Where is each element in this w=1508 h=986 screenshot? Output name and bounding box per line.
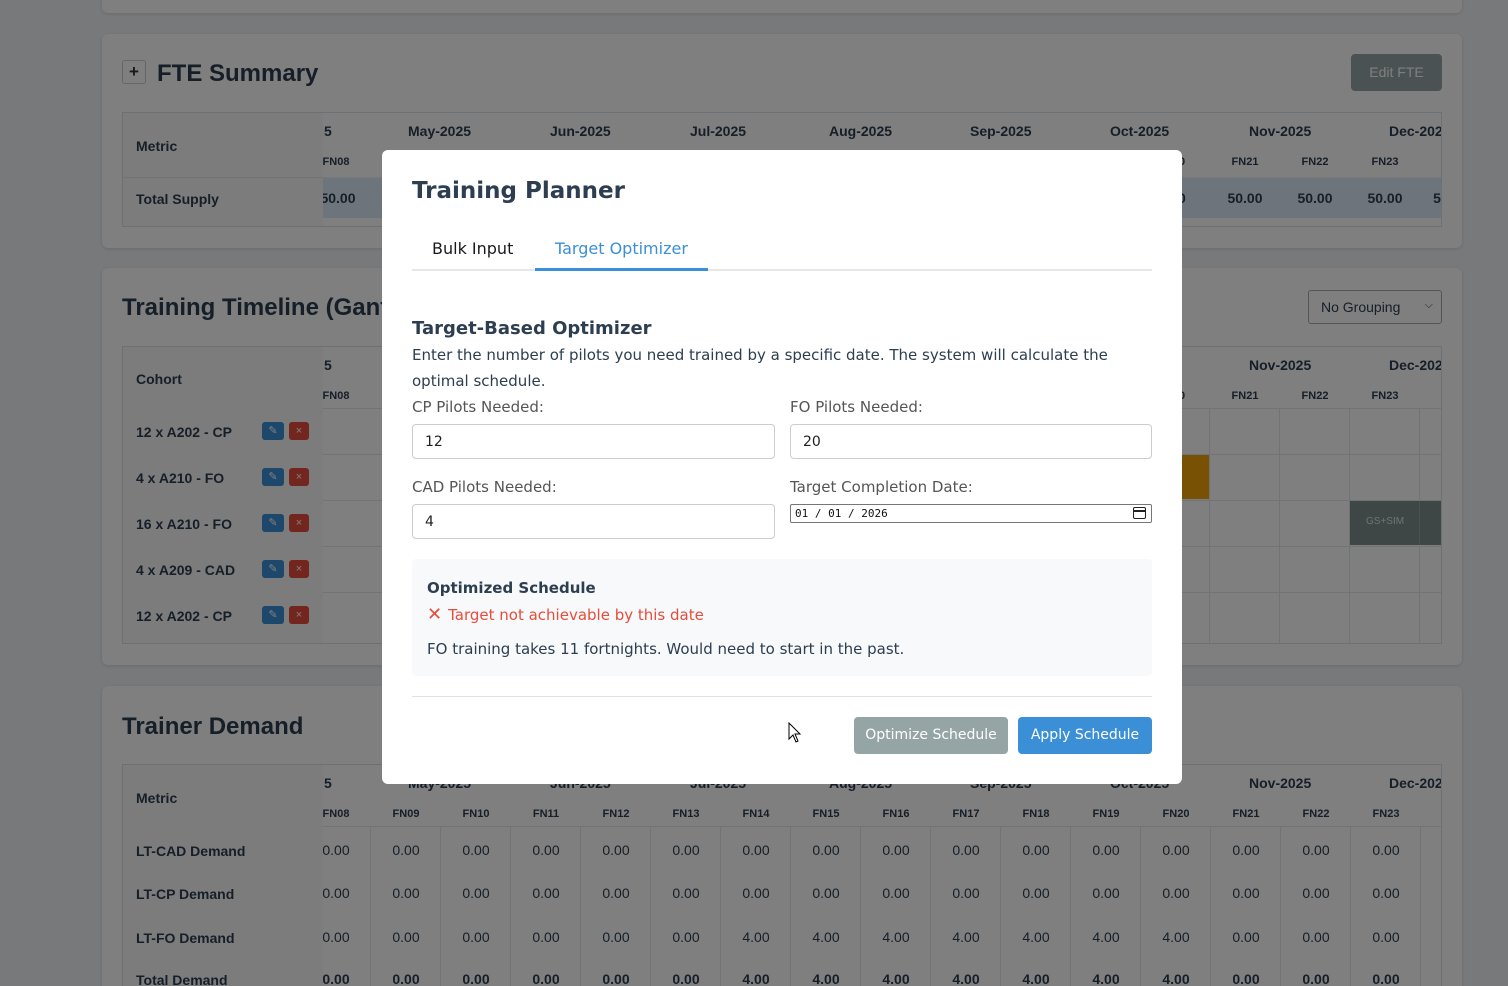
modal-footer-divider — [412, 696, 1152, 697]
calendar-icon[interactable] — [1133, 507, 1146, 519]
modal-tabs: Bulk Input Target Optimizer — [412, 228, 1152, 271]
target-date-label: Target Completion Date: — [790, 478, 973, 496]
mouse-cursor-icon — [788, 722, 802, 743]
error-x-icon: ✕ — [427, 604, 443, 625]
training-planner-modal: Training Planner Bulk Input Target Optim… — [382, 150, 1182, 784]
target-date-value: 01 / 01 / 2026 — [795, 507, 888, 520]
cp-pilots-input[interactable] — [412, 424, 775, 459]
tab-bulk-input[interactable]: Bulk Input — [412, 228, 533, 271]
result-status: ✕ Target not achievable by this date — [427, 604, 704, 625]
cad-pilots-input[interactable] — [412, 504, 775, 539]
modal-title: Training Planner — [412, 178, 625, 204]
fo-pilots-label: FO Pilots Needed: — [790, 398, 923, 416]
cp-pilots-label: CP Pilots Needed: — [412, 398, 544, 416]
target-date-input[interactable]: 01 / 01 / 2026 — [790, 504, 1152, 523]
optimized-schedule-title: Optimized Schedule — [427, 579, 596, 597]
optimizer-title: Target-Based Optimizer — [412, 318, 652, 339]
apply-schedule-button[interactable]: Apply Schedule — [1018, 717, 1152, 754]
cad-pilots-label: CAD Pilots Needed: — [412, 478, 557, 496]
result-status-text: Target not achievable by this date — [448, 606, 704, 624]
optimized-schedule-panel: Optimized Schedule ✕ Target not achievabl… — [412, 559, 1152, 676]
optimizer-description: Enter the number of pilots you need trai… — [412, 346, 1108, 390]
optimize-schedule-button[interactable]: Optimize Schedule — [854, 717, 1008, 754]
tab-target-optimizer[interactable]: Target Optimizer — [535, 228, 708, 271]
fo-pilots-input[interactable] — [790, 424, 1152, 459]
result-message: FO training takes 11 fortnights. Would n… — [427, 640, 905, 658]
